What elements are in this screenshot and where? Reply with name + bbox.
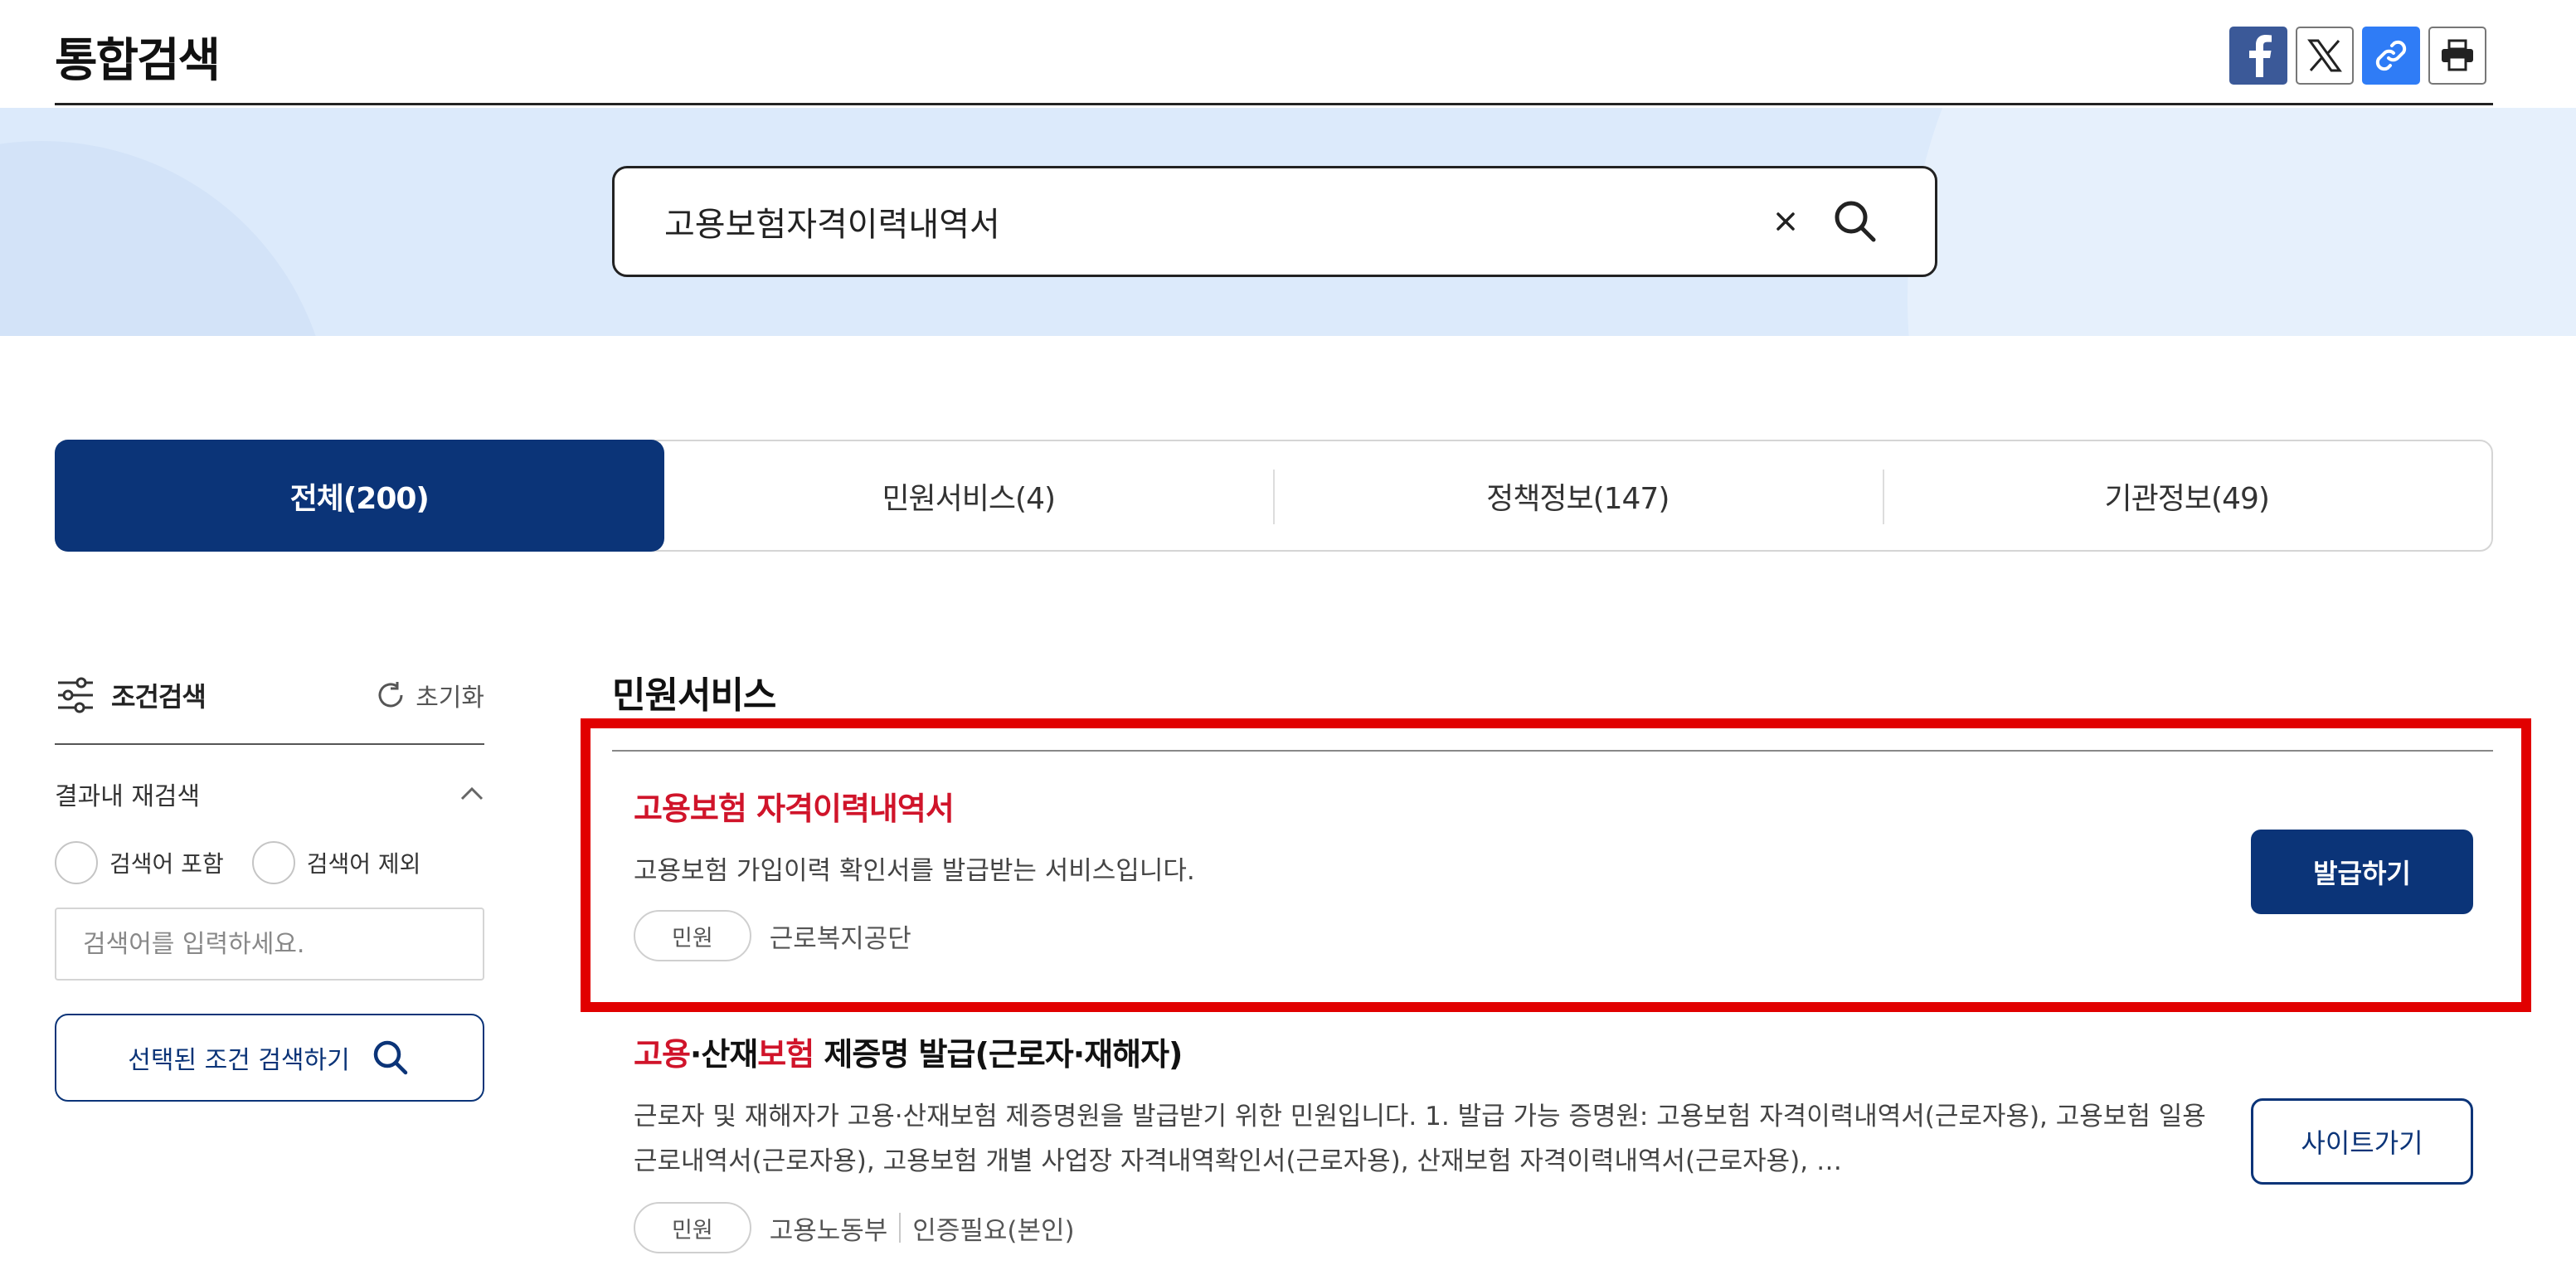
filter-title: 조건검색 <box>111 681 207 713</box>
band-decoration <box>1908 108 2576 336</box>
reset-label: 초기화 <box>416 684 484 713</box>
copy-link-button[interactable] <box>2362 27 2420 85</box>
share-bar <box>2229 27 2486 85</box>
research-section-toggle[interactable]: 결과내 재검색 <box>55 773 484 815</box>
radio-include[interactable]: 검색어 포함 <box>55 841 224 884</box>
radio-exclude[interactable]: 검색어 제외 <box>251 841 421 884</box>
title-text: 제증명 발급(근로자·재해자) <box>814 1036 1183 1073</box>
title-highlight: 보험 <box>757 1036 814 1073</box>
meta-separator <box>899 1213 902 1243</box>
filter-sidebar: 조건검색 초기화 결과내 재검색 검색어 포함 검색어 제외 선택된 조건 검색… <box>55 664 484 1102</box>
facebook-share-button[interactable] <box>2229 27 2287 85</box>
facebook-icon <box>2249 35 2272 77</box>
result-item: 고용보험 자격이력내역서 고용보험 가입이력 확인서를 발급받는 서비스입니다.… <box>634 783 2475 961</box>
result-title[interactable]: 고용보험 자격이력내역서 <box>634 783 2475 829</box>
search-icon <box>1835 201 1876 242</box>
category-badge: 민원 <box>634 1202 751 1253</box>
section-title: 민원서비스 <box>612 674 776 717</box>
search-button[interactable] <box>1825 192 1885 251</box>
agency-name: 근로복지공단 <box>769 923 911 954</box>
filter-divider <box>55 743 484 745</box>
result-title[interactable]: 고용·산재보험 제증명 발급(근로자·재해자) <box>634 1029 2475 1074</box>
band-decoration <box>0 141 332 336</box>
tab-policy-info[interactable]: 정책정보(147) <box>1273 441 1883 550</box>
visit-site-button[interactable]: 사이트가기 <box>2251 1098 2473 1185</box>
search-band <box>0 108 2576 336</box>
search-box <box>612 166 1937 277</box>
radio-exclude-circle[interactable] <box>251 841 295 884</box>
result-description: 근로자 및 재해자가 고용·산재보험 제증명원을 발급받기 위한 민원입니다. … <box>634 1102 2206 1176</box>
apply-filter-button[interactable]: 선택된 조건 검색하기 <box>55 1014 484 1102</box>
filter-sliders-icon <box>58 677 93 713</box>
clear-search-button[interactable] <box>1761 197 1810 246</box>
tab-agency-info[interactable]: 기관정보(49) <box>1882 441 2492 550</box>
title-text: ·산재 <box>689 1036 758 1073</box>
reset-button[interactable]: 초기화 <box>374 677 484 713</box>
filter-header: 조건검색 초기화 <box>55 664 484 727</box>
tab-all[interactable]: 전체(200) <box>55 440 664 552</box>
search-input[interactable] <box>664 188 1761 255</box>
agency-name: 고용노동부 <box>769 1215 888 1246</box>
print-icon <box>2442 39 2473 71</box>
auth-requirement: 인증필요(본인) <box>912 1215 1075 1246</box>
radio-include-circle[interactable] <box>55 841 98 884</box>
research-input[interactable] <box>55 908 484 981</box>
radio-exclude-label: 검색어 제외 <box>306 850 421 878</box>
link-icon <box>2375 40 2407 71</box>
title-highlight: 고용 <box>634 1036 691 1073</box>
issue-button[interactable]: 발급하기 <box>2251 830 2473 914</box>
search-icon <box>373 1040 407 1075</box>
research-label: 결과내 재검색 <box>55 782 201 811</box>
result-tabs: 전체(200) 민원서비스(4) 정책정보(147) 기관정보(49) <box>55 440 2493 552</box>
result-meta: 민원 고용노동부 인증필요(본인) <box>634 1202 2475 1253</box>
apply-filter-label: 선택된 조건 검색하기 <box>128 1046 350 1075</box>
result-item: 고용·산재보험 제증명 발급(근로자·재해자) 근로자 및 재해자가 고용·산재… <box>634 1029 2475 1253</box>
refresh-icon <box>378 682 403 708</box>
close-icon <box>1776 212 1795 231</box>
result-meta: 민원 근로복지공단 <box>634 910 2475 961</box>
category-badge: 민원 <box>634 910 751 961</box>
research-options: 검색어 포함 검색어 제외 <box>55 839 484 886</box>
chevron-up-icon <box>460 786 484 801</box>
x-share-button[interactable] <box>2296 27 2354 85</box>
print-button[interactable] <box>2428 27 2486 85</box>
result-description: 고용보험 가입이력 확인서를 발급받는 서비스입니다. <box>634 856 1195 886</box>
radio-include-label: 검색어 포함 <box>109 850 224 878</box>
header-divider <box>55 103 2493 105</box>
x-icon <box>2307 39 2342 72</box>
page-title: 통합검색 <box>55 34 221 88</box>
tab-civil-services[interactable]: 민원서비스(4) <box>664 441 1274 550</box>
